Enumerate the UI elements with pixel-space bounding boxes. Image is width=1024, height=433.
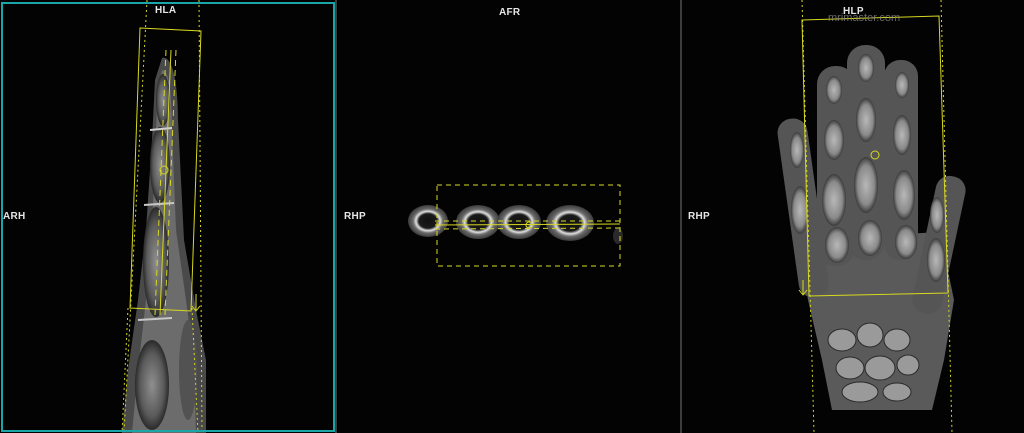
coronal-image [777, 0, 966, 433]
orientation-top-label: HLP [843, 6, 864, 17]
viewport-sagittal[interactable]: HLA ARH [0, 0, 335, 433]
tendon-sheath [179, 320, 197, 420]
finger-section-2 [456, 205, 500, 239]
watermark-text: mrimaster.com [828, 12, 901, 24]
axial-image [408, 184, 623, 267]
orientation-top-label: AFR [499, 7, 521, 18]
viewport-coronal[interactable]: mrimaster.com HLP RHP [682, 0, 1024, 433]
viewport-divider[interactable] [335, 0, 337, 433]
metacarpal-head [135, 340, 169, 430]
sagittal-image [121, 0, 206, 433]
finger-section-4 [546, 205, 594, 241]
orientation-left-label: RHP [688, 211, 711, 222]
finger-section-1 [408, 205, 448, 237]
finger-section-3 [497, 205, 541, 239]
orientation-left-label: ARH [3, 211, 26, 222]
orientation-left-label: RHP [344, 211, 367, 222]
mri-planning-viewer: HLA ARH AFR RHP mrimaster.com HLP RHP [0, 0, 1024, 433]
orientation-top-label: HLA [155, 5, 177, 16]
viewport-axial[interactable]: AFR RHP [338, 0, 680, 433]
